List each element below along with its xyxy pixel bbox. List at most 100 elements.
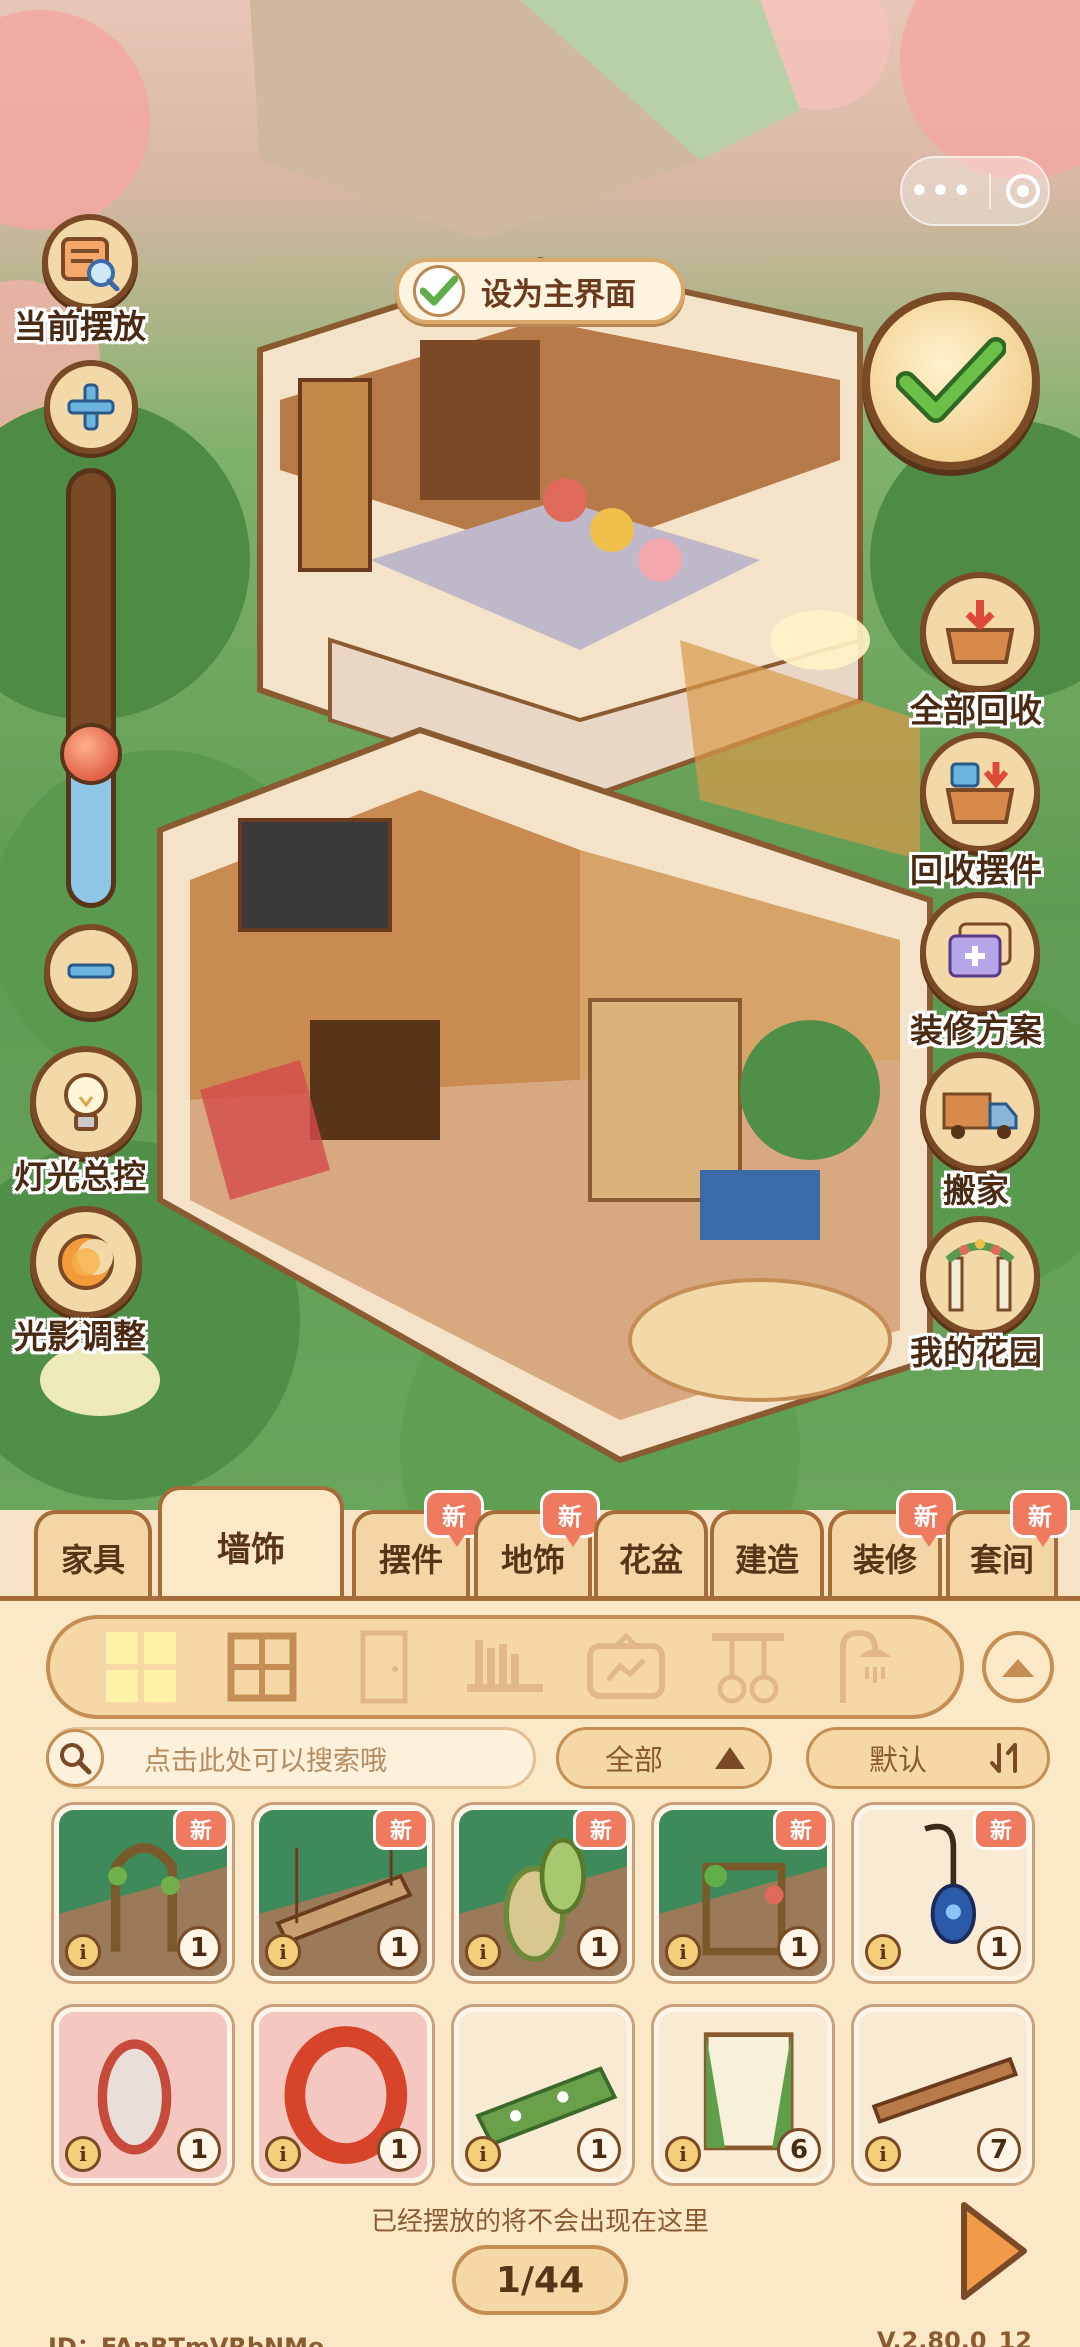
window-icon[interactable]	[222, 1627, 302, 1707]
new-badge: 新	[773, 1810, 827, 1850]
info-icon[interactable]: i	[265, 1934, 301, 1970]
light-shadow-label: 光影调整	[14, 1317, 146, 1356]
version-label: V.2.80.0_12	[876, 2327, 1032, 2347]
placed-items-note: 已经摆放的将不会出现在这里	[370, 2207, 709, 2237]
item-card[interactable]: 新 i 1	[854, 1805, 1032, 1981]
current-placement-button[interactable]	[42, 214, 138, 310]
play-arrow-icon	[961, 2202, 1027, 2300]
item-panel: 点击此处可以搜索哦 全部 默认 新 i 1 新 i 1 新 i 1 新 i 1 …	[0, 1596, 1080, 2347]
info-icon[interactable]: i	[65, 1934, 101, 1970]
tab-wall-decor[interactable]: 墙饰	[158, 1486, 344, 1602]
zoom-slider-knob[interactable]	[60, 723, 122, 785]
item-card[interactable]: 新 i 1	[254, 1805, 432, 1981]
recall-all-button[interactable]	[920, 572, 1040, 692]
item-card[interactable]: 新 i 1	[454, 1805, 632, 1981]
moving-truck-icon	[942, 1092, 1018, 1139]
placement-list-icon	[61, 237, 120, 291]
recall-ornament-label: 回收摆件	[910, 851, 1042, 890]
wall-clock-icon[interactable]	[586, 1627, 666, 1707]
item-count: 1	[177, 2128, 221, 2172]
tab-furniture[interactable]: 家具	[34, 1510, 152, 1602]
recall-ornament-button[interactable]	[920, 732, 1040, 852]
shelf-icon[interactable]	[465, 1627, 545, 1707]
collapse-panel-button[interactable]	[982, 1631, 1054, 1703]
set-main-screen-label: 设为主界面	[481, 276, 636, 313]
game-scene[interactable]: 设为主界面 ••• 当前摆放 灯光总控 光影调整 全部回收 回收摆件 装修方案 …	[0, 0, 1080, 1510]
house-illustration	[0, 0, 1080, 1510]
info-icon[interactable]: i	[465, 2136, 501, 2172]
info-icon[interactable]: i	[865, 2136, 901, 2172]
new-badge: 新	[573, 1810, 627, 1850]
page-indicator: 1/44	[452, 2245, 628, 2315]
zoom-in-button[interactable]	[44, 360, 138, 454]
minus-icon	[67, 963, 115, 979]
plus-icon	[67, 383, 115, 431]
new-badge: 新	[373, 1810, 427, 1850]
search-placeholder: 点击此处可以搜索哦	[144, 1745, 387, 1777]
info-icon[interactable]: i	[265, 2136, 301, 2172]
zoom-out-button[interactable]	[44, 924, 138, 1018]
subcategory-bar	[46, 1615, 964, 1719]
info-icon[interactable]: i	[665, 2136, 701, 2172]
sort-icon	[990, 1743, 1017, 1773]
item-count: 1	[377, 1926, 421, 1970]
info-icon[interactable]: i	[65, 2136, 101, 2172]
all-grid-icon[interactable]	[101, 1627, 181, 1707]
item-count: 1	[777, 1926, 821, 1970]
item-card[interactable]: 新 i 1	[54, 1805, 232, 1981]
door-icon[interactable]	[344, 1627, 424, 1707]
check-icon	[413, 265, 465, 317]
info-icon[interactable]: i	[665, 1934, 701, 1970]
tab-build[interactable]: 建造	[710, 1510, 824, 1602]
move-house-button[interactable]	[920, 1052, 1040, 1172]
new-badge: 新	[973, 1810, 1027, 1850]
category-tabs: 家具 墙饰 摆件 新 地饰 新 花盆 建造 装修 新 套间 新	[0, 1480, 1080, 1602]
box-recall-icon	[945, 600, 1015, 664]
item-count: 1	[177, 1926, 221, 1970]
set-main-screen-button[interactable]: 设为主界面	[395, 258, 685, 324]
tab-flowerpots[interactable]: 花盆	[594, 1510, 708, 1602]
item-card[interactable]: i 1	[454, 2007, 632, 2183]
my-garden-label: 我的花园	[910, 1333, 1042, 1372]
item-count: 1	[977, 1926, 1021, 1970]
shower-icon[interactable]	[829, 1627, 909, 1707]
item-card[interactable]: i 1	[254, 2007, 432, 2183]
search-input[interactable]: 点击此处可以搜索哦	[46, 1727, 536, 1789]
zoom-slider[interactable]	[66, 468, 116, 908]
new-badge: 新	[1010, 1490, 1070, 1547]
big-check-icon	[896, 337, 1006, 423]
decor-plan-label: 装修方案	[910, 1011, 1042, 1050]
info-icon[interactable]: i	[465, 1934, 501, 1970]
light-bulb-icon	[64, 1073, 108, 1131]
box-ornament-icon	[945, 762, 1015, 824]
confirm-button[interactable]	[862, 292, 1040, 470]
miniprogram-capsule: •••	[900, 156, 1050, 226]
scope-filter-dropdown[interactable]: 全部	[556, 1727, 772, 1789]
decor-plan-button[interactable]	[920, 892, 1040, 1012]
item-card[interactable]: i 1	[54, 2007, 232, 2183]
garden-arch-icon	[945, 1239, 1015, 1312]
current-placement-label: 当前摆放	[14, 307, 146, 346]
new-badge: 新	[173, 1810, 227, 1850]
recall-all-label: 全部回收	[910, 691, 1042, 730]
info-icon[interactable]: i	[865, 1934, 901, 1970]
more-icon[interactable]: •••	[910, 174, 974, 209]
plan-cards-icon	[948, 922, 1012, 978]
item-card[interactable]: 新 i 1	[654, 1805, 832, 1981]
close-target-icon[interactable]	[1006, 174, 1041, 208]
item-card[interactable]: i 7	[854, 2007, 1032, 2183]
search-icon	[46, 1729, 104, 1787]
next-page-button[interactable]	[956, 2199, 1030, 2303]
item-count: 7	[977, 2128, 1021, 2172]
my-garden-button[interactable]	[920, 1216, 1040, 1336]
utensil-rack-icon[interactable]	[708, 1627, 788, 1707]
item-card[interactable]: i 6	[654, 2007, 832, 2183]
light-control-button[interactable]	[30, 1046, 142, 1158]
move-house-label: 搬家	[943, 1171, 1009, 1210]
sort-dropdown[interactable]: 默认	[806, 1727, 1050, 1789]
item-count: 1	[577, 1926, 621, 1970]
item-count: 1	[377, 2128, 421, 2172]
triangle-up-icon	[715, 1747, 745, 1769]
light-shadow-button[interactable]	[30, 1206, 142, 1318]
item-count: 6	[777, 2128, 821, 2172]
